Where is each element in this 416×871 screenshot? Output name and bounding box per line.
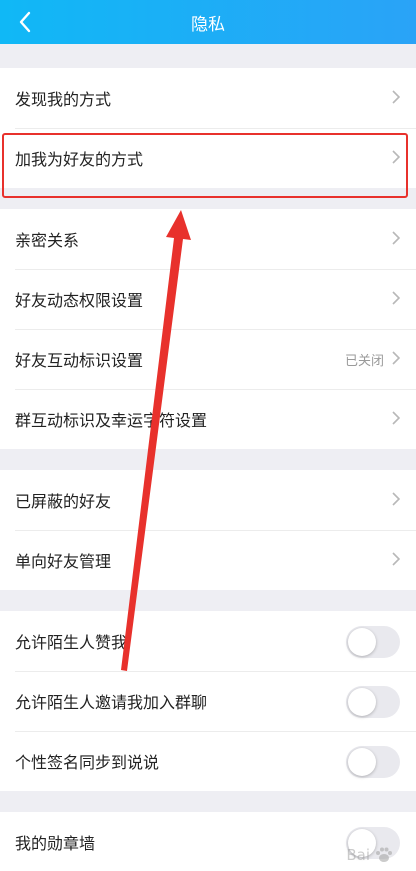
setting-row-blocked-friends[interactable]: 已屏蔽的好友 xyxy=(0,470,416,530)
chevron-right-icon xyxy=(392,351,400,365)
allow-stranger-likes-toggle[interactable] xyxy=(346,626,400,658)
allow-stranger-invites-toggle[interactable] xyxy=(346,686,400,718)
setting-row-one-way-friends[interactable]: 单向好友管理 xyxy=(0,530,416,590)
page-title: 隐私 xyxy=(191,15,225,35)
setting-label: 发现我的方式 xyxy=(15,90,112,109)
setting-label: 已屏蔽的好友 xyxy=(15,492,112,511)
setting-label: 亲密关系 xyxy=(15,231,80,250)
title-bar: 隐私 xyxy=(0,0,416,44)
setting-value: 已关闭 xyxy=(344,354,384,369)
setting-label: 群互动标识及幸运字符设置 xyxy=(15,411,208,430)
settings-group-strangers: 允许陌生人赞我 允许陌生人邀请我加入群聊 个性签名同步到说说 xyxy=(0,611,416,791)
setting-row-signature-sync: 个性签名同步到说说 xyxy=(0,731,416,791)
setting-label: 加我为好友的方式 xyxy=(15,150,144,169)
setting-label: 我的勋章墙 xyxy=(15,834,96,853)
setting-row-add-friend-method[interactable]: 加我为好友的方式 xyxy=(0,128,416,188)
toggle-knob xyxy=(348,628,376,656)
chevron-right-icon xyxy=(392,411,400,425)
settings-group-discovery: 发现我的方式 加我为好友的方式 xyxy=(0,68,416,188)
setting-row-discover-me[interactable]: 发现我的方式 xyxy=(0,68,416,128)
setting-row-interaction-badge[interactable]: 好友互动标识设置 已关闭 xyxy=(0,329,416,389)
setting-row-group-lucky-chars[interactable]: 群互动标识及幸运字符设置 xyxy=(0,389,416,449)
settings-group-relationships: 亲密关系 好友动态权限设置 好友互动标识设置 已关闭 群互动标识及幸运字符设置 xyxy=(0,209,416,449)
watermark: Bai xyxy=(346,845,394,865)
setting-row-allow-stranger-likes: 允许陌生人赞我 xyxy=(0,611,416,671)
setting-label: 单向好友管理 xyxy=(15,552,112,571)
toggle-knob xyxy=(348,688,376,716)
setting-label: 允许陌生人赞我 xyxy=(15,633,128,652)
chevron-right-icon xyxy=(392,291,400,305)
chevron-right-icon xyxy=(392,150,400,164)
chevron-right-icon xyxy=(392,231,400,245)
signature-sync-toggle[interactable] xyxy=(346,746,400,778)
chevron-right-icon xyxy=(392,492,400,506)
setting-row-feed-permissions[interactable]: 好友动态权限设置 xyxy=(0,269,416,329)
setting-row-intimate-relationship[interactable]: 亲密关系 xyxy=(0,209,416,269)
setting-label: 好友动态权限设置 xyxy=(15,291,144,310)
setting-label: 好友互动标识设置 xyxy=(15,351,144,370)
chevron-right-icon xyxy=(392,90,400,104)
paw-logo-icon xyxy=(376,847,392,862)
watermark-text: Bai xyxy=(346,846,370,864)
setting-row-allow-stranger-invites: 允许陌生人邀请我加入群聊 xyxy=(0,671,416,731)
setting-label: 个性签名同步到说说 xyxy=(15,753,160,772)
toggle-knob xyxy=(348,748,376,776)
chevron-right-icon xyxy=(392,552,400,566)
setting-label: 允许陌生人邀请我加入群聊 xyxy=(15,693,208,712)
settings-group-blocking: 已屏蔽的好友 单向好友管理 xyxy=(0,470,416,590)
